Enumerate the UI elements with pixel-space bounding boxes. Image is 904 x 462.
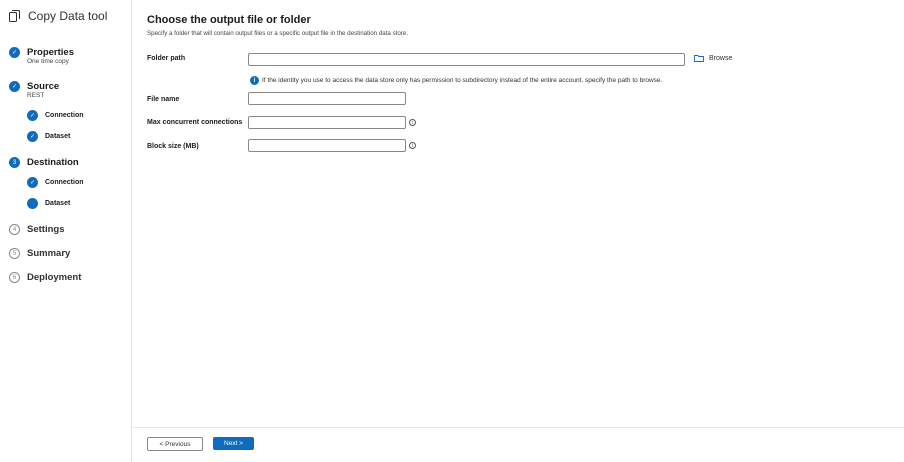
step-number: 4 bbox=[9, 224, 20, 235]
step-number: 5 bbox=[9, 248, 20, 259]
info-circle-icon[interactable]: i bbox=[409, 119, 416, 126]
step-label: Source bbox=[27, 81, 60, 92]
check-icon: ✓ bbox=[9, 47, 20, 58]
check-icon: ✓ bbox=[27, 177, 38, 188]
step-properties[interactable]: ✓ Properties One time copy bbox=[9, 47, 74, 66]
step-label: Summary bbox=[27, 248, 71, 259]
info-note-text: If the identity you use to access the da… bbox=[262, 77, 663, 84]
footer-divider bbox=[133, 427, 904, 428]
step-settings[interactable]: 4 Settings bbox=[9, 224, 64, 235]
previous-button[interactable]: < Previous bbox=[147, 437, 203, 451]
info-circle-icon[interactable]: i bbox=[409, 142, 416, 149]
step-deployment[interactable]: 6 Deployment bbox=[9, 272, 81, 283]
max-concurrent-connections-input[interactable] bbox=[248, 116, 406, 129]
substep-label: Connection bbox=[45, 112, 84, 119]
max-concurrent-connections-label: Max concurrent connections bbox=[147, 119, 243, 126]
step-label: Deployment bbox=[27, 272, 82, 283]
info-icon: i bbox=[250, 76, 259, 85]
browse-button[interactable]: Browse bbox=[694, 55, 732, 62]
step-sublabel: One time copy bbox=[27, 58, 69, 65]
page-title: Choose the output file or folder bbox=[147, 14, 311, 26]
folder-icon bbox=[694, 55, 704, 62]
step-number: 3 bbox=[9, 157, 20, 168]
file-name-label: File name bbox=[147, 96, 180, 103]
check-icon: ✓ bbox=[27, 110, 38, 121]
substep-source-dataset[interactable]: ✓ Dataset bbox=[27, 131, 70, 142]
check-icon: ✓ bbox=[27, 131, 38, 142]
substep-label: Connection bbox=[45, 179, 84, 186]
step-summary[interactable]: 5 Summary bbox=[9, 248, 70, 259]
step-destination[interactable]: 3 Destination bbox=[9, 157, 79, 168]
copy-icon bbox=[9, 10, 20, 22]
step-label: Properties bbox=[27, 47, 74, 58]
folder-path-input[interactable] bbox=[248, 53, 685, 66]
block-size-input[interactable] bbox=[248, 139, 406, 152]
substep-source-connection[interactable]: ✓ Connection bbox=[27, 110, 84, 121]
step-label: Destination bbox=[27, 157, 79, 168]
folder-path-label: Folder path bbox=[147, 55, 186, 62]
info-note: i If the identity you use to access the … bbox=[250, 76, 662, 85]
next-button[interactable]: Next > bbox=[213, 437, 254, 450]
file-name-input[interactable] bbox=[248, 92, 406, 105]
substep-destination-dataset[interactable]: Dataset bbox=[27, 198, 70, 209]
current-step-dot bbox=[27, 198, 38, 209]
check-icon: ✓ bbox=[9, 81, 20, 92]
sidebar: Copy Data tool ✓ Properties One time cop… bbox=[0, 0, 132, 462]
browse-label: Browse bbox=[709, 55, 733, 62]
step-label: Settings bbox=[27, 224, 65, 235]
substep-destination-connection[interactable]: ✓ Connection bbox=[27, 177, 84, 188]
step-sublabel: REST bbox=[27, 92, 45, 99]
step-number: 6 bbox=[9, 272, 20, 283]
substep-label: Dataset bbox=[45, 200, 71, 207]
substep-label: Dataset bbox=[45, 133, 71, 140]
block-size-label: Block size (MB) bbox=[147, 143, 199, 150]
page-description: Specify a folder that will contain outpu… bbox=[147, 30, 409, 37]
app-title: Copy Data tool bbox=[28, 9, 108, 23]
app-header: Copy Data tool bbox=[9, 9, 107, 23]
step-source[interactable]: ✓ Source REST bbox=[9, 81, 59, 100]
